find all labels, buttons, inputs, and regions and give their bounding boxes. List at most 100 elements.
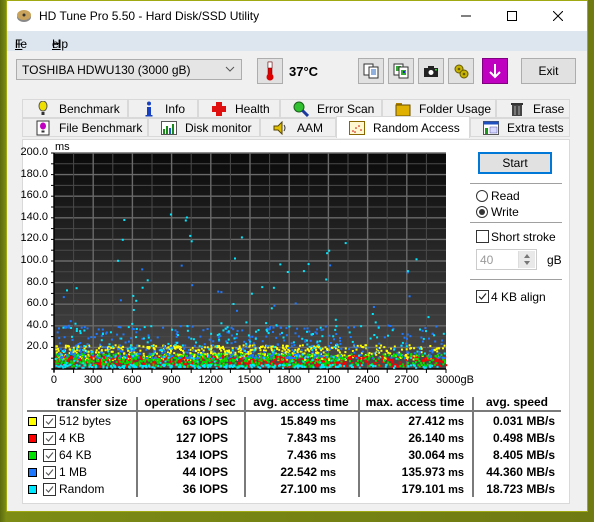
data-point-1-mb (347, 326, 350, 329)
data-point-512-bytes (202, 349, 205, 352)
data-point-1-mb (418, 350, 421, 353)
series-checkbox[interactable] (43, 432, 56, 445)
data-point-1-mb (268, 327, 271, 330)
data-point-512-bytes (297, 347, 300, 350)
data-point-random (419, 347, 421, 350)
data-point-1-mb (389, 325, 392, 327)
short-stroke-spinner[interactable]: 40 (476, 249, 537, 270)
data-point-1-mb (249, 354, 252, 357)
data-point-random (301, 353, 304, 356)
x-tick-label: 0 (50, 374, 58, 386)
data-point-1-mb (79, 353, 82, 356)
data-point-random (267, 332, 270, 335)
data-point-64-kb (222, 352, 225, 355)
data-point-random (387, 334, 389, 337)
data-point-64-kb (97, 360, 100, 362)
data-point-1-mb (161, 352, 164, 354)
data-point-1-mb (397, 353, 400, 356)
data-point-1-mb (87, 337, 90, 340)
data-point-512-bytes (110, 350, 113, 353)
data-point-512-bytes (155, 345, 158, 348)
data-point-1-mb (163, 345, 166, 348)
spinner-arrows[interactable] (518, 251, 535, 268)
data-point-1-mb (285, 327, 288, 330)
data-point-64-kb (378, 364, 381, 367)
data-point-512-bytes (191, 346, 194, 349)
data-point-64-kb (156, 360, 159, 363)
data-point-64-kb (349, 360, 351, 363)
data-point-random (89, 363, 92, 366)
data-point-64-kb (82, 360, 85, 363)
data-point-1-mb (440, 342, 443, 345)
write-radio[interactable] (476, 206, 488, 218)
data-point-1-mb (141, 268, 144, 271)
data-point-random (306, 330, 308, 333)
data-point-1-mb (266, 344, 269, 347)
data-point-random (143, 326, 146, 329)
data-point-512-bytes (380, 344, 383, 347)
data-point-random (129, 363, 132, 366)
legend-swatch (28, 485, 37, 494)
data-point-1-mb (387, 324, 390, 327)
data-point-1-mb (378, 342, 381, 345)
data-point-1-mb (101, 328, 104, 331)
data-point-512-bytes (95, 349, 98, 352)
data-point-random (226, 352, 229, 355)
short-stroke-checkbox[interactable] (476, 230, 489, 243)
data-point-random (331, 363, 334, 366)
read-radio[interactable] (476, 190, 488, 202)
data-point-64-kb (55, 359, 58, 362)
data-point-random (62, 326, 65, 329)
data-point-1-mb (401, 332, 404, 335)
series-checkbox[interactable] (43, 483, 56, 496)
data-point-1-mb (149, 339, 152, 342)
data-point-1-mb (383, 336, 386, 339)
data-point-64-kb (233, 359, 236, 362)
data-point-512-bytes (206, 346, 209, 349)
data-point-4-kb (381, 358, 384, 361)
data-point-64-kb (57, 362, 60, 365)
data-point-64-kb (199, 359, 202, 361)
data-point-1-mb (72, 353, 74, 356)
data-point-1-mb (80, 326, 83, 329)
data-point-1-mb (303, 327, 306, 330)
data-point-64-kb (147, 354, 150, 357)
tab-random-access[interactable]: Random Access (336, 116, 470, 138)
data-point-64-kb (223, 359, 226, 362)
data-point-512-bytes (408, 344, 411, 347)
start-button[interactable]: Start (478, 152, 552, 174)
data-point-64-kb (187, 364, 190, 367)
data-point-64-kb (218, 354, 221, 357)
data-point-1-mb (179, 325, 182, 328)
legend-swatch (28, 417, 37, 426)
data-point-random (76, 354, 79, 357)
data-point-64-kb (292, 363, 295, 366)
data-point-random (252, 348, 255, 351)
data-point-random (163, 365, 166, 367)
data-point-64-kb (366, 353, 369, 356)
checkmark-icon (45, 486, 54, 493)
data-point-64-kb (64, 360, 67, 362)
data-point-512-bytes (315, 348, 318, 351)
data-point-1-mb (276, 343, 279, 346)
data-point-512-bytes (64, 344, 67, 347)
data-point-512-bytes (120, 347, 123, 350)
series-checkbox[interactable] (43, 415, 56, 428)
data-point-64-kb (130, 361, 133, 364)
data-point-random (273, 349, 276, 352)
data-point-random (394, 365, 397, 368)
data-point-512-bytes (338, 351, 341, 354)
data-point-1-mb (283, 339, 286, 342)
data-point-random (415, 366, 418, 369)
data-point-1-mb (144, 357, 147, 359)
data-point-64-kb (98, 353, 100, 356)
series-checkbox[interactable] (43, 449, 56, 462)
data-point-1-mb (229, 356, 232, 358)
align-4kb-checkbox[interactable] (476, 290, 489, 303)
data-point-random (323, 366, 326, 369)
data-point-random (161, 349, 163, 352)
series-checkbox[interactable] (43, 466, 56, 479)
data-point-64-kb (219, 362, 222, 365)
data-point-64-kb (393, 353, 395, 356)
column-header: max. access time (365, 395, 465, 409)
